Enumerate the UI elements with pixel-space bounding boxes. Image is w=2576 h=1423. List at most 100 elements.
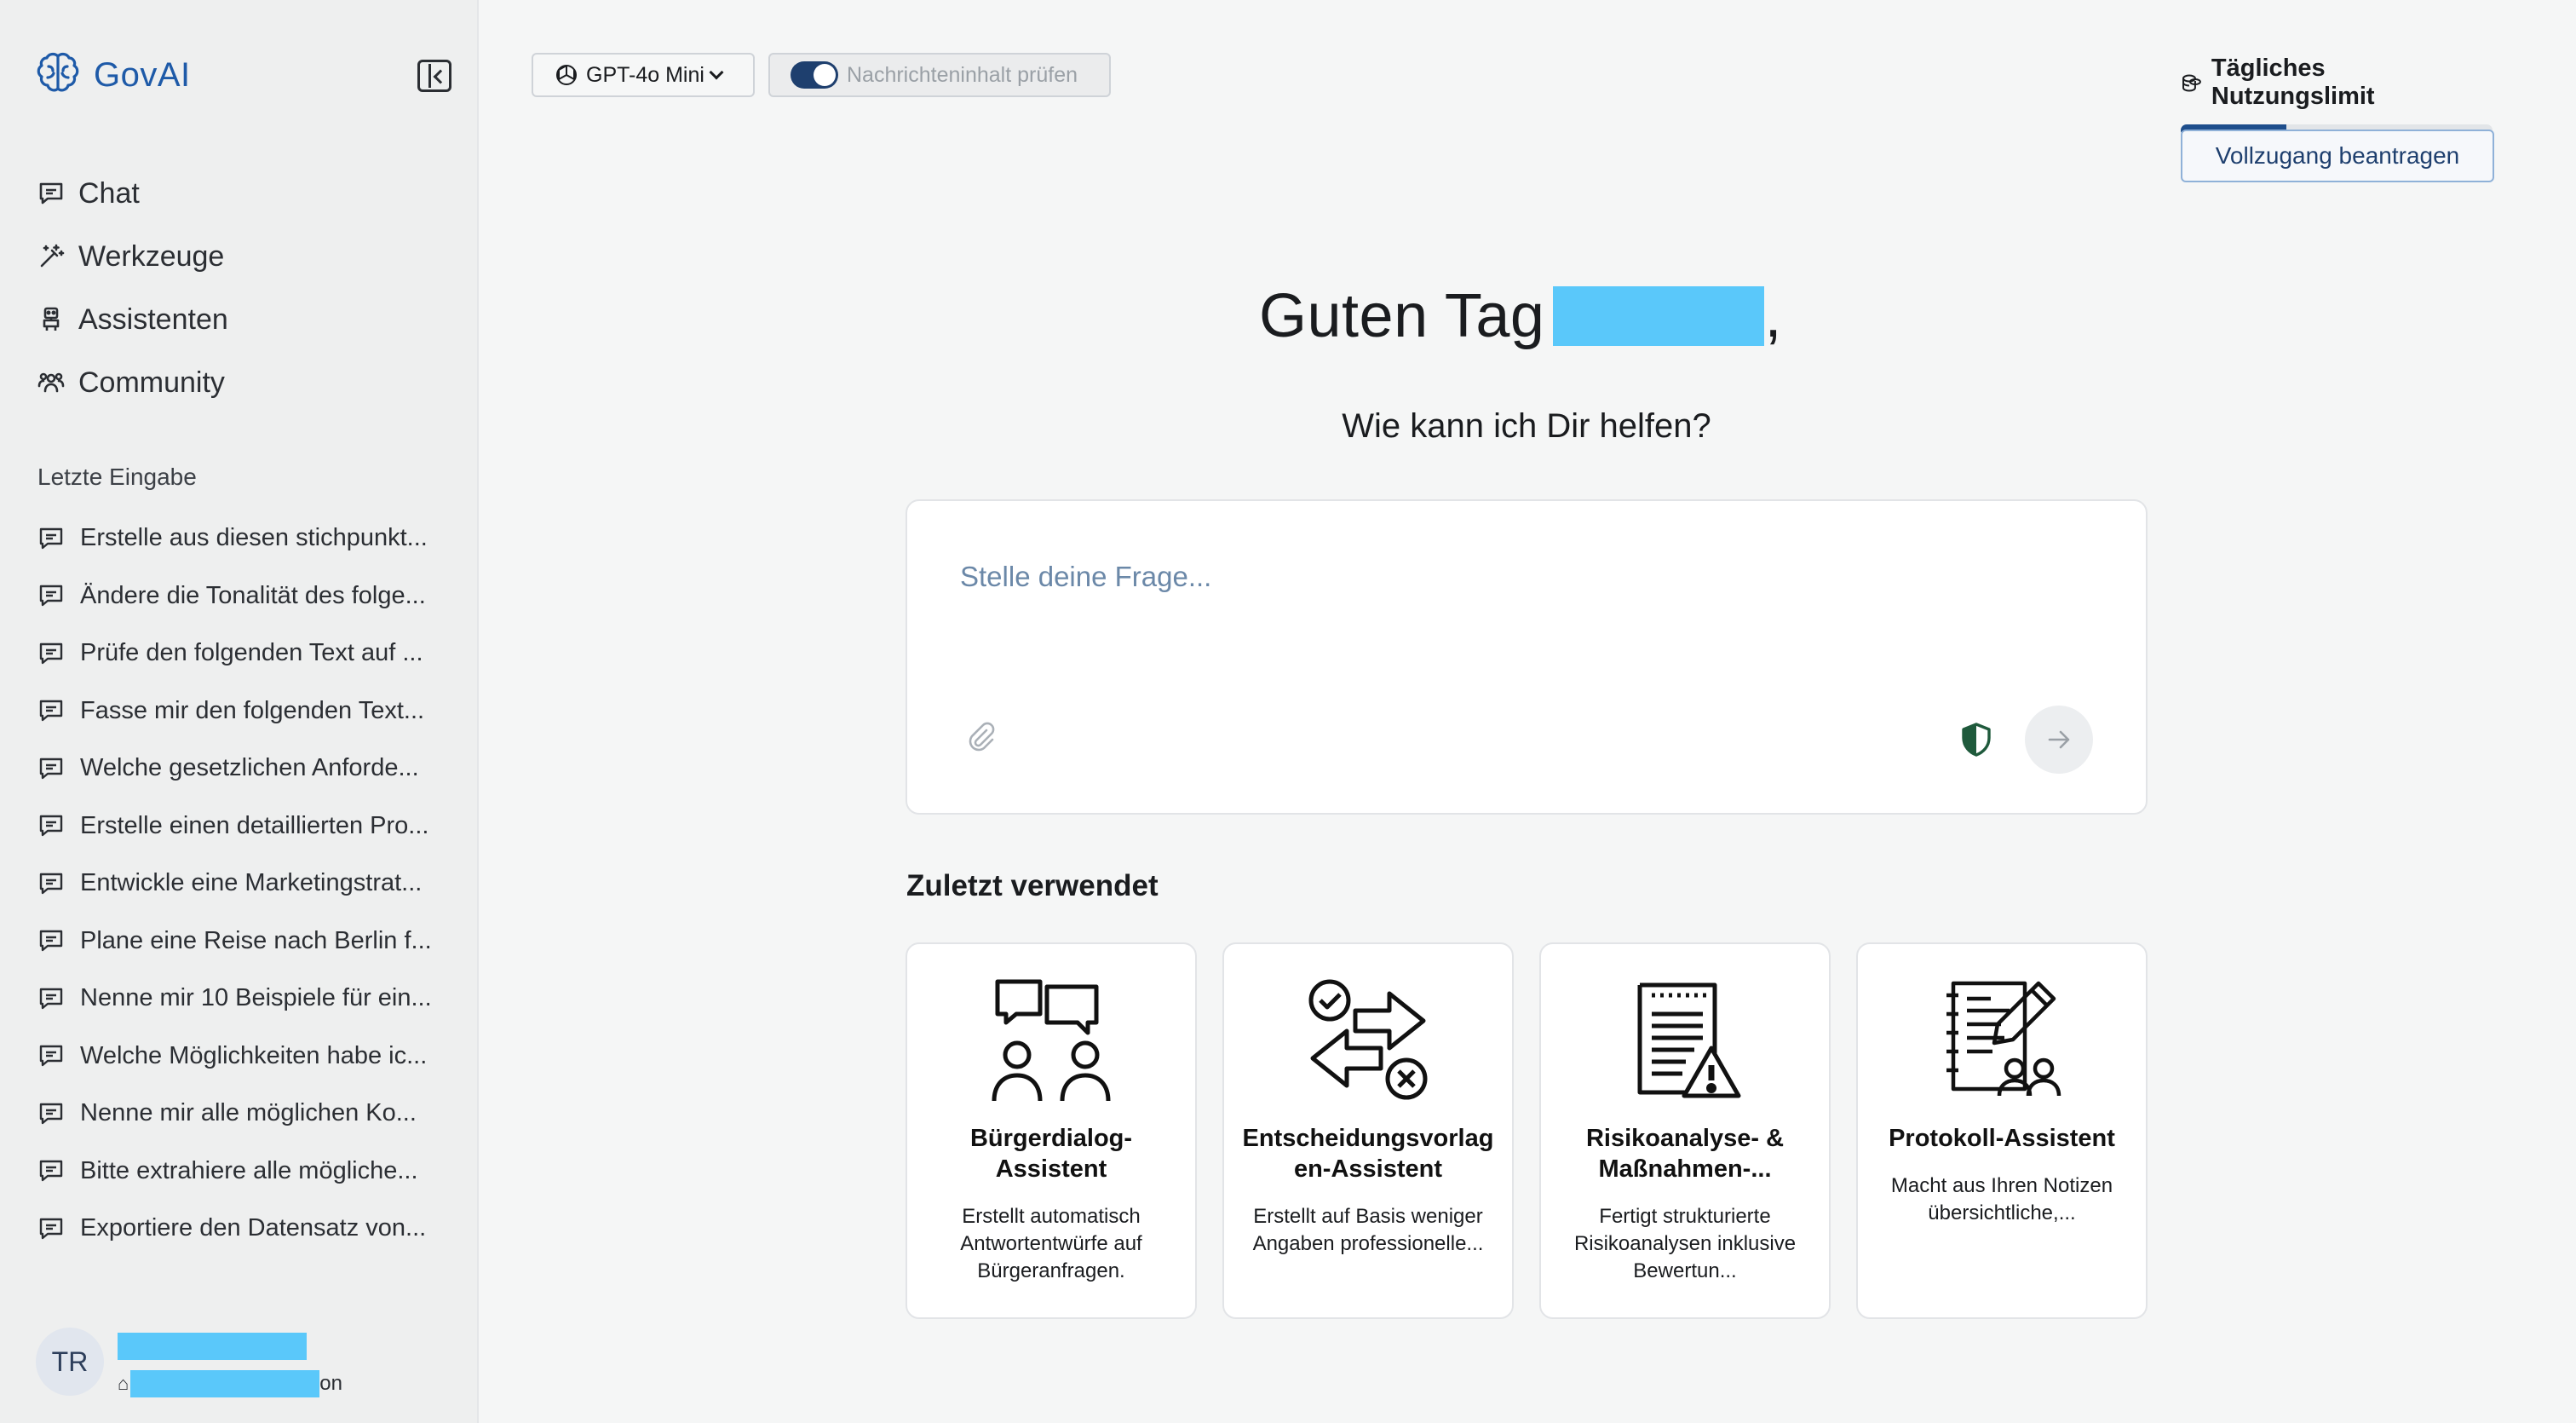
card-description: Erstellt automatisch Antwortentwürfe auf…	[960, 1205, 1142, 1282]
daily-usage-limit: Tägliches Nutzungslimit	[2181, 55, 2494, 136]
recent-input-label: Nenne mir alle möglichen Ko...	[80, 1099, 417, 1127]
recent-input-label: Plane eine Reise nach Berlin f...	[80, 926, 432, 954]
recently-used-heading: Zuletzt verwendet	[906, 869, 1159, 902]
shield-icon[interactable]	[1958, 721, 1995, 758]
recent-input-item[interactable]: Nenne mir alle möglichen Ko...	[37, 1085, 446, 1143]
assistant-card-protokoll[interactable]: Protokoll-Assistent Macht aus Ihren Noti…	[1856, 942, 2148, 1319]
recent-input-item[interactable]: Bitte extrahiere alle mögliche...	[37, 1143, 446, 1201]
toggle-switch[interactable]	[791, 61, 838, 89]
content-check-toggle[interactable]: Nachrichteninhalt prüfen	[768, 53, 1111, 97]
recent-input-label: Welche Möglichkeiten habe ic...	[80, 1041, 428, 1069]
card-description: Erstellt auf Basis weniger Angaben profe…	[1252, 1205, 1484, 1255]
recent-input-label: Entwickle eine Marketingstrat...	[80, 869, 423, 897]
avatar: TR	[36, 1328, 104, 1396]
assistant-card-entscheidungsvorlagen[interactable]: Entscheidungsvorlagen-Assistent Erstellt…	[1222, 942, 1514, 1319]
subtitle: Wie kann ich Dir helfen?	[1342, 407, 1711, 445]
send-button[interactable]	[2025, 706, 2093, 774]
assistant-card-buergerdialog[interactable]: Bürgerdialog-Assistent Erstellt automati…	[906, 942, 1197, 1319]
recent-input-item[interactable]: Ändere die Tonalität des folge...	[37, 567, 446, 625]
chat-icon	[39, 1103, 63, 1124]
card-title: Risikoanalyse- & Maßnahmen-...	[1585, 1125, 1785, 1183]
protocol-icon	[1946, 981, 2061, 1097]
chat-icon	[39, 642, 63, 664]
organisation-suffix: on	[319, 1372, 342, 1395]
recent-input-item[interactable]: Exportiere den Datensatz von...	[37, 1200, 446, 1258]
brain-logo-icon	[37, 52, 79, 92]
nav-label: Assistenten	[78, 302, 228, 336]
chat-icon	[39, 527, 63, 549]
chat-icon	[39, 988, 63, 1009]
recent-input-label: Fasse mir den folgenden Text...	[80, 696, 425, 724]
model-select[interactable]: GPT-4o Mini	[532, 53, 755, 97]
recent-input-item[interactable]: Entwickle eine Marketingstrat...	[37, 855, 446, 913]
recent-input-item[interactable]: Welche Möglichkeiten habe ic...	[37, 1028, 446, 1086]
decision-icon	[1308, 979, 1428, 1100]
nav-label: Werkzeuge	[78, 239, 225, 273]
chat-icon	[39, 873, 63, 894]
user-organisation: ⌂ on	[118, 1370, 342, 1397]
nav-item-community[interactable]: Community	[36, 351, 228, 414]
dialog-icon	[992, 979, 1111, 1102]
chat-icon	[39, 930, 63, 952]
card-title: Bürgerdialog-Assistent	[969, 1125, 1133, 1183]
sidebar-collapse-button[interactable]	[417, 60, 451, 92]
card-description: Fertigt strukturierte Risikoanalysen ink…	[1573, 1205, 1797, 1282]
app-name: GovAI	[94, 55, 191, 94]
card-description: Macht aus Ihren Notizen übersichtliche,.…	[1890, 1174, 2113, 1224]
chat-icon	[39, 1046, 63, 1067]
request-full-access-button[interactable]: Vollzugang beantragen	[2181, 130, 2494, 182]
recent-inputs-heading: Letzte Eingabe	[37, 464, 197, 490]
recent-input-item[interactable]: Erstelle einen detaillierten Pro...	[37, 798, 446, 856]
usage-limit-label: Tägliches Nutzungslimit	[2211, 55, 2375, 110]
recent-inputs-list: Erstelle aus diesen stichpunkt... Ändere …	[37, 510, 446, 1258]
chevron-down-icon	[709, 65, 724, 80]
recent-input-item[interactable]: Erstelle aus diesen stichpunkt...	[37, 510, 446, 567]
prompt-input[interactable]	[960, 561, 2067, 593]
recent-input-label: Bitte extrahiere alle mögliche...	[80, 1156, 418, 1184]
arrow-right-icon	[2048, 730, 2070, 749]
app-logo[interactable]: GovAI	[32, 49, 191, 101]
recent-input-item[interactable]: Fasse mir den folgenden Text...	[37, 683, 446, 740]
recent-input-label: Welche gesetzlichen Anforde...	[80, 754, 419, 782]
home-icon: ⌂	[118, 1373, 129, 1394]
nav-item-chat[interactable]: Chat	[36, 162, 228, 225]
greeting-text: Guten Tag	[1259, 282, 1545, 350]
paperclip-icon[interactable]	[963, 719, 998, 753]
greeting-comma: ,	[1764, 282, 1782, 350]
usage-limit-title: Tägliches Nutzungslimit	[2181, 55, 2494, 111]
user-name-redacted	[1553, 286, 1765, 346]
assistant-card-risikoanalyse[interactable]: Risikoanalyse- & Maßnahmen-... Fertigt s…	[1539, 942, 1831, 1319]
chat-icon	[39, 585, 63, 607]
card-title: Entscheidungsvorlagen-Assistent	[1242, 1125, 1494, 1183]
recent-input-item[interactable]: Nenne mir 10 Beispiele für ein...	[37, 970, 446, 1028]
recent-input-label: Nenne mir 10 Beispiele für ein...	[80, 984, 432, 1012]
recent-input-item[interactable]: Prüfe den folgenden Text auf ...	[37, 625, 446, 683]
user-profile[interactable]: TR ⌂ on	[36, 1328, 342, 1397]
content-check-label: Nachrichteninhalt prüfen	[847, 62, 1078, 87]
prompt-box	[906, 499, 2148, 815]
nav-item-assistenten[interactable]: Assistenten	[36, 288, 228, 351]
main-nav: Chat Werkzeuge Assistenten Community	[36, 162, 228, 414]
openai-icon	[556, 65, 577, 85]
recent-input-label: Erstelle einen detaillierten Pro...	[80, 811, 429, 839]
sidebar: GovAI Chat Werkzeuge Assistenten Communi…	[0, 0, 479, 1423]
chat-icon	[36, 178, 66, 209]
model-select-label: GPT-4o Mini	[586, 62, 704, 87]
recent-input-item[interactable]: Plane eine Reise nach Berlin f...	[37, 913, 446, 971]
recent-input-label: Erstelle aus diesen stichpunkt...	[80, 524, 428, 552]
risk-document-icon	[1637, 982, 1741, 1098]
chat-icon	[39, 815, 63, 837]
chat-icon	[39, 700, 63, 722]
people-icon	[36, 367, 66, 398]
nav-item-werkzeuge[interactable]: Werkzeuge	[36, 225, 228, 288]
coins-icon	[2182, 74, 2201, 92]
robot-icon	[36, 304, 66, 335]
recent-input-label: Ändere die Tonalität des folge...	[80, 581, 426, 609]
recent-input-item[interactable]: Welche gesetzlichen Anforde...	[37, 740, 446, 798]
wand-icon	[36, 241, 66, 272]
recent-input-label: Prüfe den folgenden Text auf ...	[80, 639, 423, 667]
chat-icon	[39, 758, 63, 779]
chat-icon	[39, 1218, 63, 1239]
subtitle-wrapper: Wie kann ich Dir helfen?	[906, 407, 2148, 446]
assistant-cards: Bürgerdialog-Assistent Erstellt automati…	[906, 942, 2148, 1319]
